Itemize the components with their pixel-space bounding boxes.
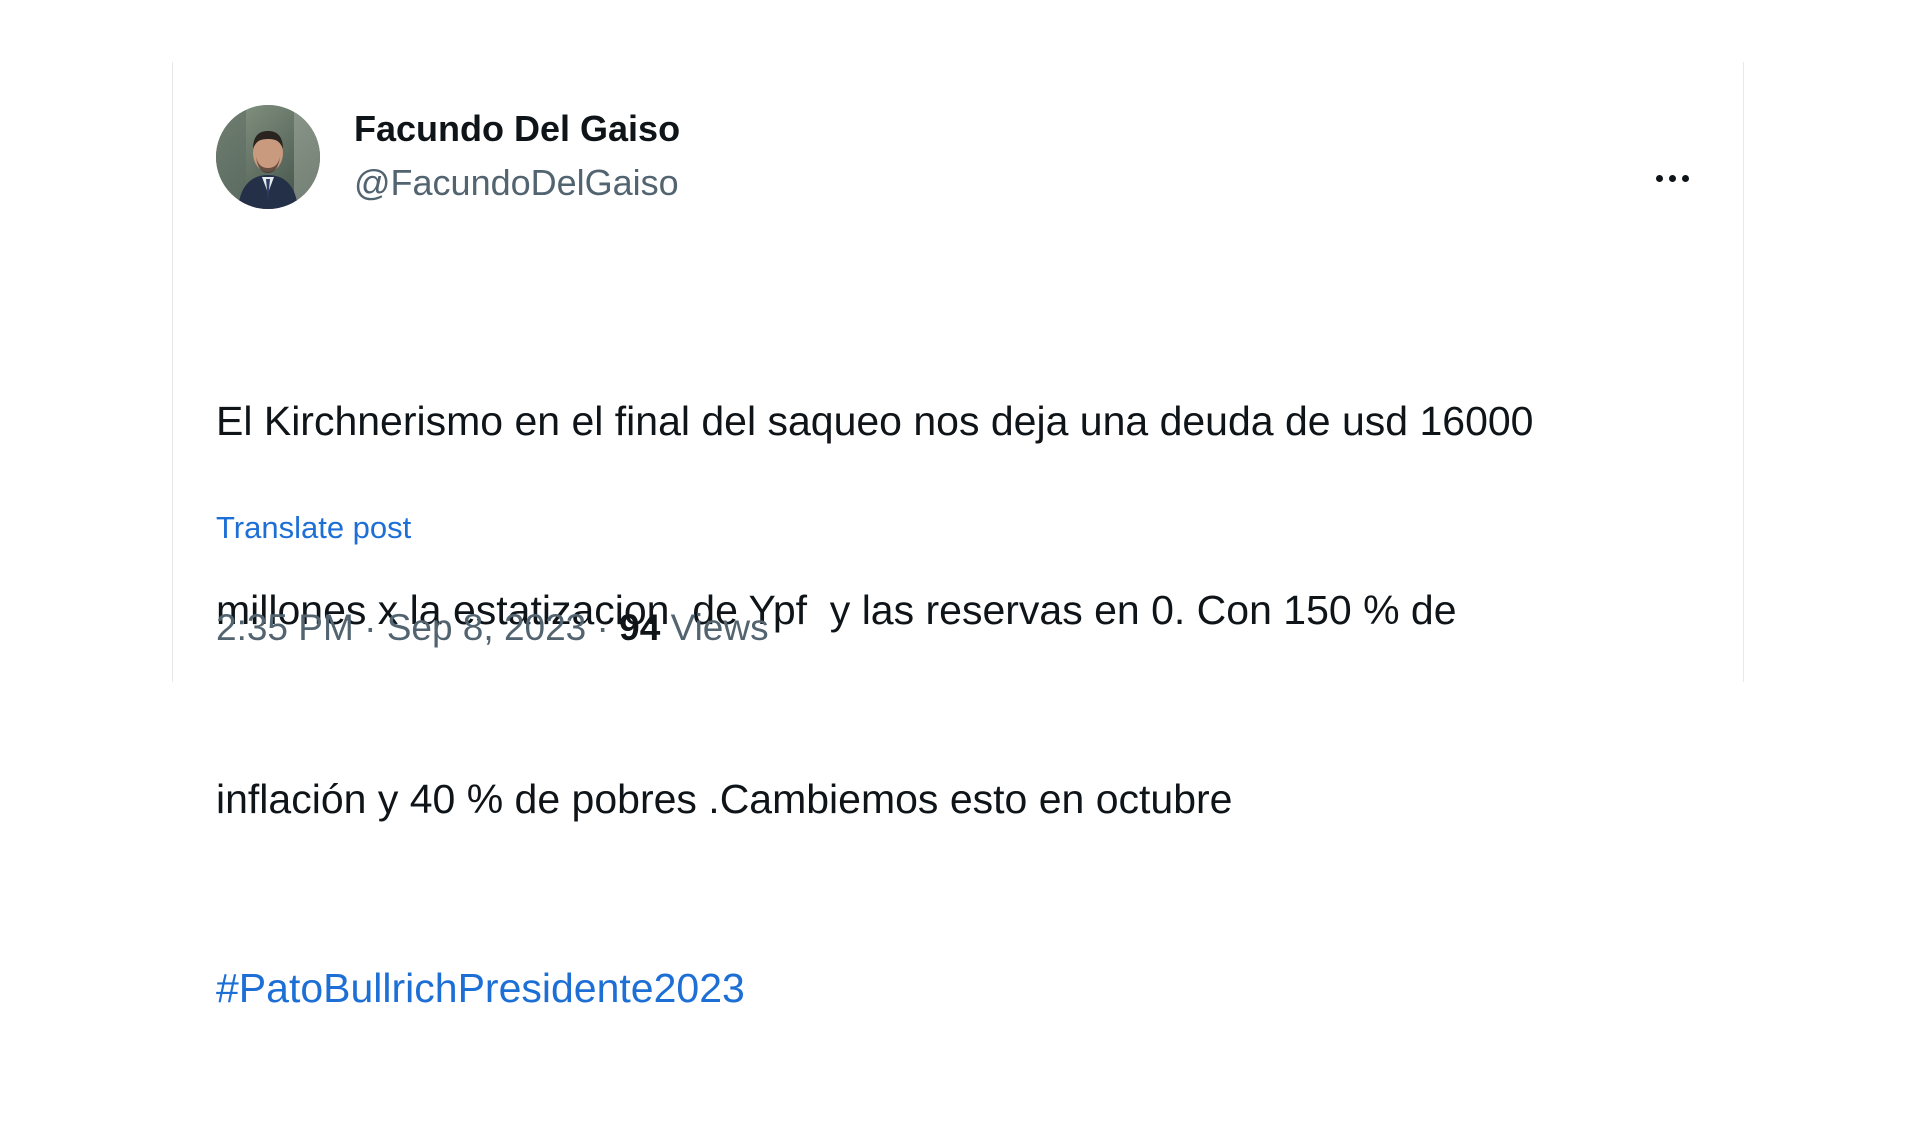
ellipsis-icon <box>1681 174 1689 182</box>
tweet-date[interactable]: Sep 8, 2023 <box>387 607 587 648</box>
author-display-name[interactable]: Facundo Del Gaiso <box>354 108 680 150</box>
tweet-card: Facundo Del Gaiso @FacundoDelGaiso El Ki… <box>172 62 1744 1011</box>
tweet-text-line: El Kirchnerismo en el final del saqueo n… <box>216 398 1534 444</box>
meta-separator: · <box>586 607 620 648</box>
translate-post-link[interactable]: Translate post <box>216 510 411 546</box>
tweet-text-line: inflación y 40 % de pobres .Cambiemos es… <box>216 776 1233 822</box>
avatar[interactable] <box>216 105 320 209</box>
ellipsis-icon <box>1668 174 1676 182</box>
tweet-time[interactable]: 2:35 PM <box>216 607 354 648</box>
ellipsis-icon <box>1655 174 1663 182</box>
hashtag-link[interactable]: #PatoBullrichPresidente2023 <box>216 965 745 1011</box>
author-handle[interactable]: @FacundoDelGaiso <box>354 162 679 204</box>
views-label: Views <box>670 607 769 648</box>
more-options-button[interactable] <box>1647 170 1697 186</box>
tweet-text: El Kirchnerismo en el final del saqueo n… <box>216 264 1716 1146</box>
tweet-metadata: 2:35 PM · Sep 8, 2023 · 94 Views <box>216 607 769 649</box>
meta-separator: · <box>353 607 387 648</box>
views-count: 94 <box>619 607 661 648</box>
profile-photo-icon <box>216 105 320 209</box>
